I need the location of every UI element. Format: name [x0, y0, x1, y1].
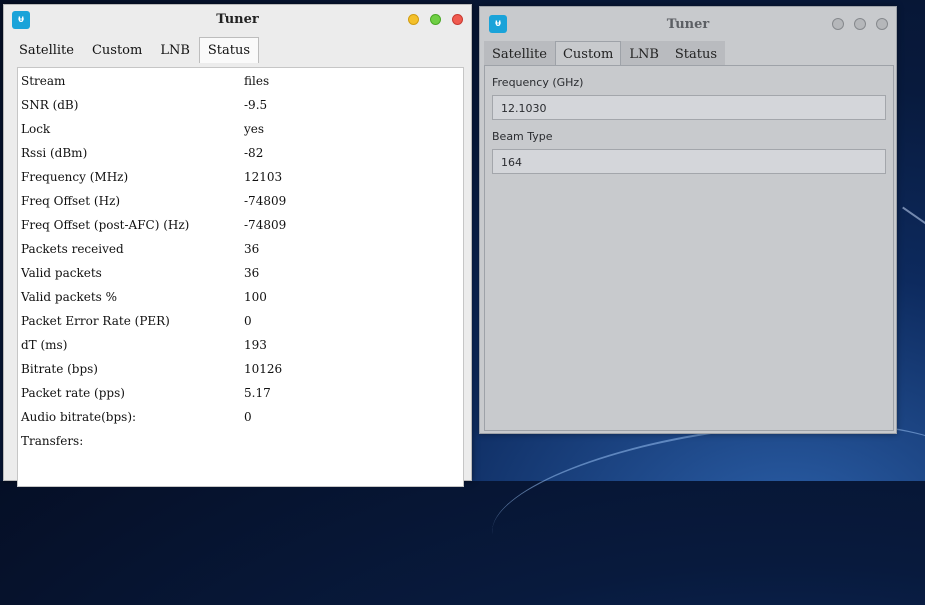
status-row-label: Transfers: — [21, 434, 84, 448]
status-row-value: 36 — [244, 266, 260, 280]
tab-status[interactable]: Status — [198, 37, 260, 63]
status-row-label: SNR (dB) — [21, 98, 79, 112]
status-row: Audio bitrate(bps): 0 — [21, 410, 463, 434]
window-title: Tuner — [216, 12, 259, 27]
desktop-wallpaper-streak — [902, 206, 925, 226]
status-row-value — [244, 434, 463, 458]
status-row-value: 5.17 — [244, 386, 271, 400]
status-row: Frequency (MHz) 12103 — [21, 170, 463, 194]
status-row: Transfers: — [21, 434, 463, 458]
status-panel: Stream files SNR (dB) -9.5 Lock yes Rssi (dBm)… — [17, 67, 464, 487]
beam-type-input[interactable]: 164 — [492, 149, 886, 174]
status-row-label: Packets received — [21, 242, 124, 256]
status-row: dT (ms) 193 — [21, 338, 463, 362]
tab-bar: Satellite Custom LNB Status — [10, 37, 260, 63]
tab-satellite[interactable]: Satellite — [484, 41, 555, 67]
tuner-window-status: ᵾ Tuner Satellite Custom LNB Status Stre… — [3, 4, 472, 487]
status-row: Freq Offset (post-AFC) (Hz) -74809 — [21, 218, 463, 242]
status-row-value: 0 — [244, 314, 252, 328]
status-row-label: Bitrate (bps) — [21, 362, 98, 376]
status-row-label: Packet Error Rate (PER) — [21, 314, 170, 328]
tuner-window-custom: ᵾ Tuner Satellite Custom LNB Status Freq… — [479, 6, 897, 434]
status-row: Packets received 36 — [21, 242, 463, 266]
status-row-label: Packet rate (pps) — [21, 386, 125, 400]
status-row-label: Freq Offset (post-AFC) (Hz) — [21, 218, 190, 232]
tab-lnb[interactable]: LNB — [151, 37, 199, 63]
status-row-value: -82 — [244, 146, 264, 160]
status-row: Packet rate (pps) 5.17 — [21, 386, 463, 410]
frequency-input[interactable]: 12.1030 — [492, 95, 886, 120]
custom-panel: Frequency (GHz) 12.1030 Beam Type 164 — [484, 65, 894, 431]
tab-custom[interactable]: Custom — [554, 41, 622, 67]
tab-status[interactable]: Status — [666, 41, 726, 67]
status-row: Packet Error Rate (PER) 0 — [21, 314, 463, 338]
status-row-value: -74809 — [244, 218, 287, 232]
maximize-button[interactable] — [430, 14, 441, 25]
status-row-label: Rssi (dBm) — [21, 146, 88, 160]
tab-lnb[interactable]: LNB — [621, 41, 667, 67]
status-row-value: 12103 — [244, 170, 283, 184]
status-row: Valid packets % 100 — [21, 290, 463, 314]
status-row-label: Frequency (MHz) — [21, 170, 129, 184]
status-row-label: Lock — [21, 122, 51, 136]
tab-custom[interactable]: Custom — [83, 37, 151, 63]
status-row: Rssi (dBm) -82 — [21, 146, 463, 170]
status-row: Freq Offset (Hz) -74809 — [21, 194, 463, 218]
maximize-button[interactable] — [854, 18, 866, 30]
status-row-value: 36 — [244, 242, 260, 256]
status-row-label: Stream — [21, 74, 66, 88]
close-button[interactable] — [876, 18, 888, 30]
minimize-button[interactable] — [408, 14, 419, 25]
status-row-value: -74809 — [244, 194, 287, 208]
status-row-value: 100 — [244, 290, 267, 304]
status-row: Lock yes — [21, 122, 463, 146]
status-row-value: 10126 — [244, 362, 283, 376]
beam-type-label: Beam Type — [492, 130, 553, 143]
status-row-label: Audio bitrate(bps): — [21, 410, 137, 424]
minimize-button[interactable] — [832, 18, 844, 30]
tab-bar: Satellite Custom LNB Status — [484, 41, 726, 67]
status-row-value: -9.5 — [244, 98, 268, 112]
status-row: SNR (dB) -9.5 — [21, 98, 463, 122]
titlebar[interactable]: ᵾ Tuner — [4, 5, 471, 35]
status-row-label: Valid packets % — [21, 290, 118, 304]
status-row-value: yes — [244, 122, 265, 136]
status-row-label: Freq Offset (Hz) — [21, 194, 121, 208]
status-row-value: files — [244, 74, 270, 88]
frequency-label: Frequency (GHz) — [492, 76, 584, 89]
status-row: Stream files — [21, 74, 463, 98]
status-row: Bitrate (bps) 10126 — [21, 362, 463, 386]
status-row-value: 0 — [244, 410, 252, 424]
close-button[interactable] — [452, 14, 463, 25]
status-row: Valid packets 36 — [21, 266, 463, 290]
status-row-label: Valid packets — [21, 266, 102, 280]
titlebar[interactable]: ᵾ Tuner — [480, 7, 896, 39]
tab-satellite[interactable]: Satellite — [10, 37, 83, 63]
status-row-value: 193 — [244, 338, 267, 352]
status-list: Stream files SNR (dB) -9.5 Lock yes Rssi (dBm)… — [21, 74, 463, 458]
status-row-label: dT (ms) — [21, 338, 68, 352]
